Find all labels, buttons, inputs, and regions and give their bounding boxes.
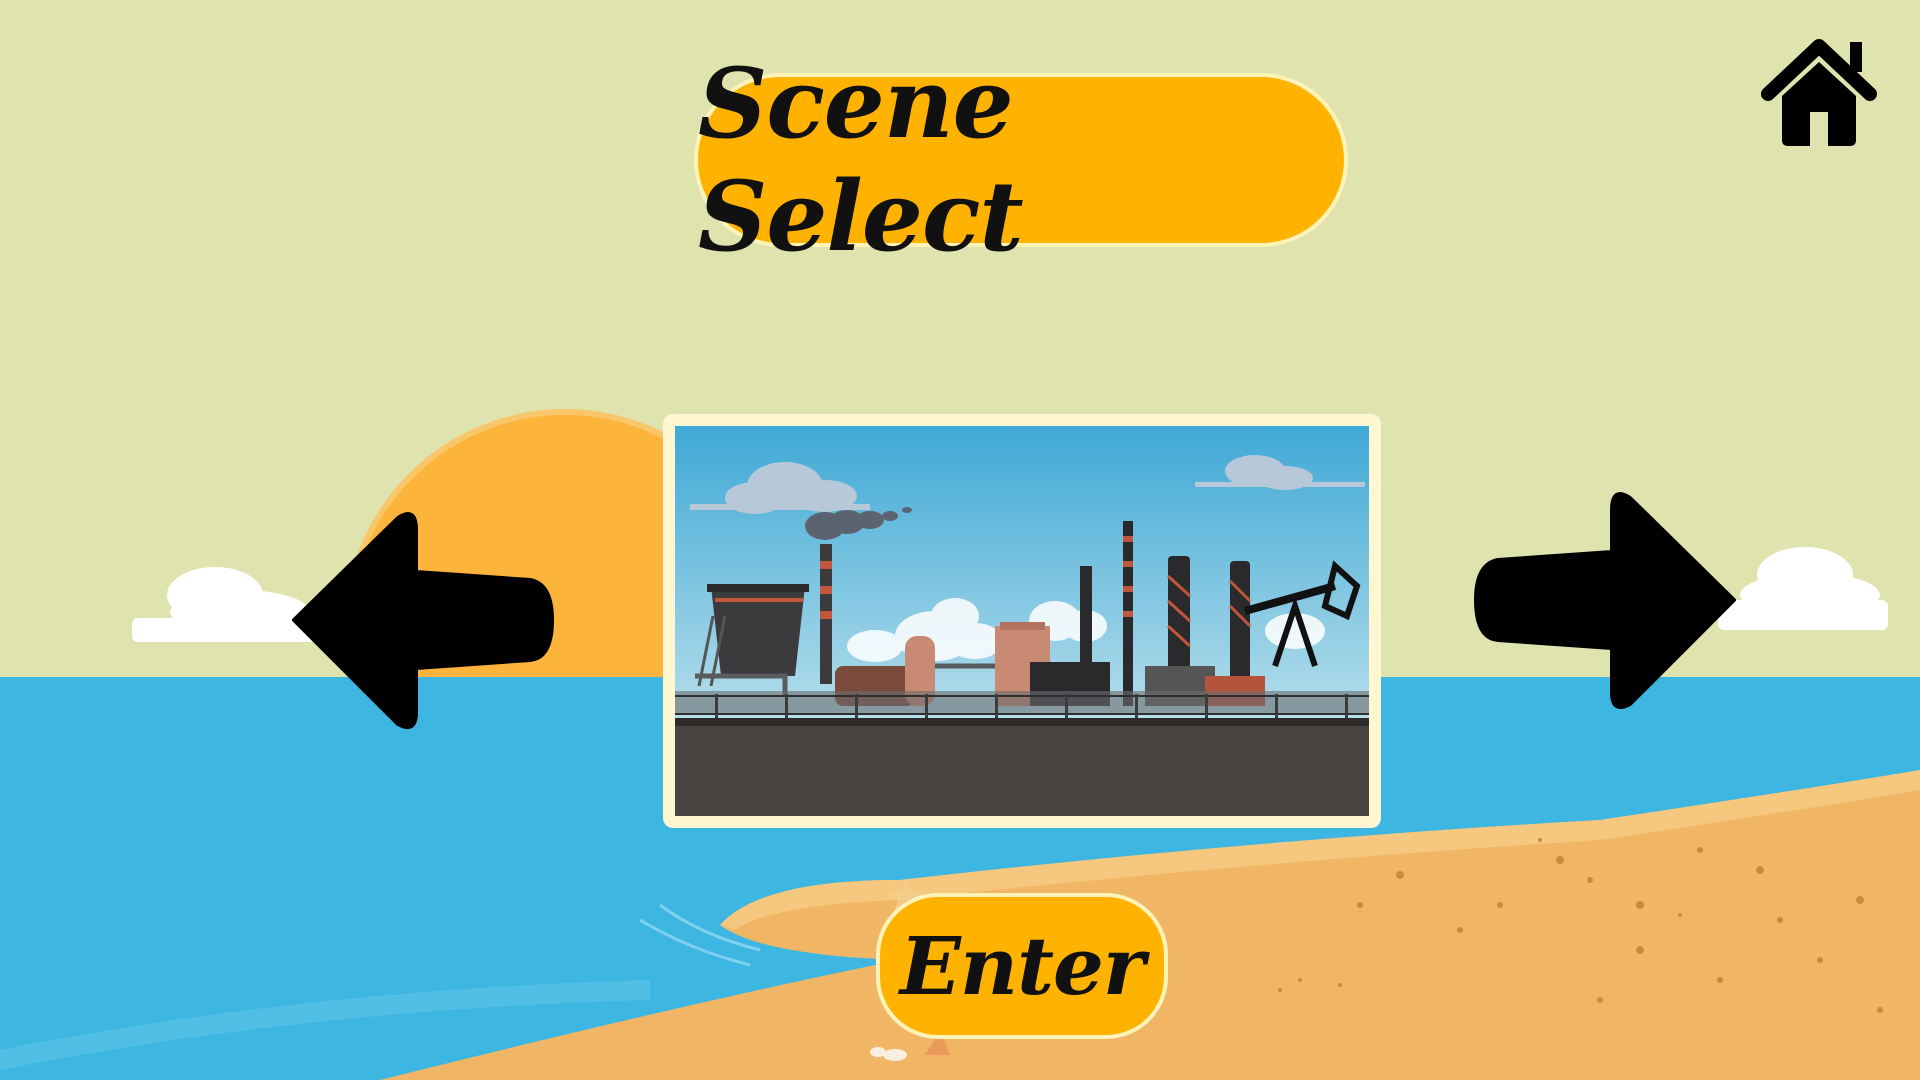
scene-select-screen: Scene Select Enter (0, 0, 1920, 1080)
page-title: Scene Select (698, 47, 1024, 273)
enter-button-label: Enter (899, 919, 1145, 1013)
arrow-right-icon[interactable] (1474, 492, 1738, 710)
scene-preview-card[interactable] (663, 414, 1381, 828)
home-icon[interactable] (1758, 32, 1880, 150)
enter-button[interactable]: Enter (876, 893, 1168, 1039)
arrow-left-icon[interactable] (290, 512, 554, 730)
industrial-factory-scene (675, 426, 1369, 816)
scene-select-title: Scene Select (694, 47, 1348, 273)
